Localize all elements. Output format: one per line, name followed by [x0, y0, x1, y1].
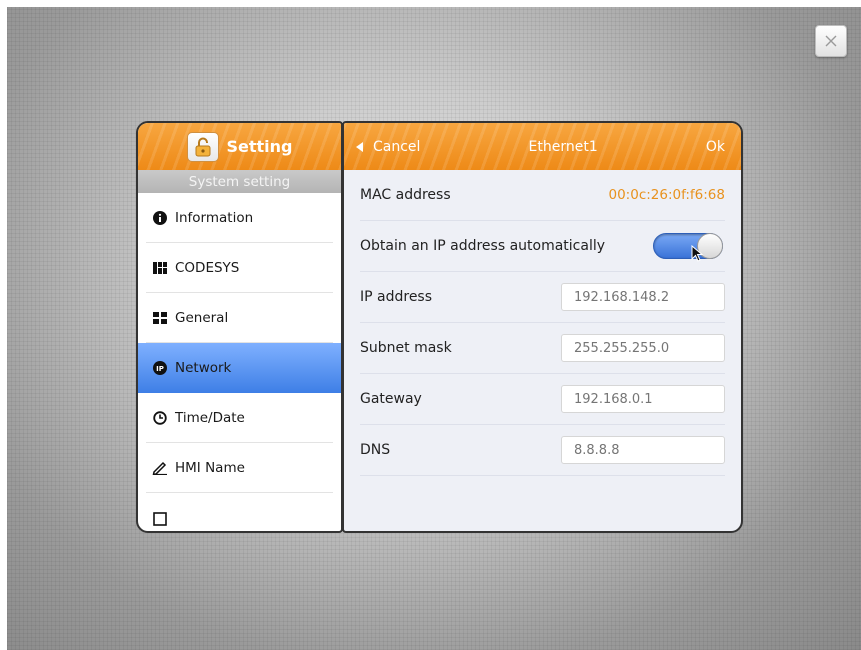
menu-item-time-date[interactable]: Time/Date: [138, 393, 341, 443]
menu-item-information[interactable]: Information: [138, 193, 341, 243]
panel-title: Ethernet1: [528, 138, 598, 155]
clock-icon: [152, 410, 168, 426]
menu-item-label: Network: [175, 360, 232, 376]
dns-label: DNS: [360, 442, 391, 458]
menu-item-hmi-name[interactable]: HMI Name: [138, 443, 341, 493]
settings-menu: Information CODESYS General IP Network T…: [138, 193, 341, 531]
menu-item-label: General: [175, 310, 229, 326]
dns-input[interactable]: [561, 436, 725, 464]
menu-item-general[interactable]: General: [138, 293, 341, 343]
ok-button[interactable]: Ok: [706, 139, 725, 155]
ethernet-form: MAC address 00:0c:26:0f:f6:68 Obtain an …: [344, 170, 741, 476]
close-button[interactable]: [815, 25, 847, 57]
menu-item-label: CODESYS: [175, 260, 240, 276]
menu-item-label: Time/Date: [175, 410, 245, 426]
info-icon: [152, 210, 168, 226]
gateway-row: Gateway: [360, 374, 725, 425]
mouse-pointer-icon: [691, 245, 704, 262]
subnet-mask-label: Subnet mask: [360, 340, 452, 356]
dhcp-toggle[interactable]: [653, 233, 723, 259]
cancel-button[interactable]: Cancel: [356, 139, 420, 155]
unlock-icon[interactable]: [186, 131, 219, 162]
ip-address-row: IP address: [360, 272, 725, 323]
dhcp-label: Obtain an IP address automatically: [360, 238, 606, 254]
pen-icon: [152, 460, 168, 476]
section-subheader: System setting: [138, 170, 341, 193]
menu-item-codesys[interactable]: CODESYS: [138, 243, 341, 293]
ip-address-label: IP address: [360, 289, 433, 305]
menu-item-partially-hidden[interactable]: [138, 493, 341, 531]
ip-icon: IP: [152, 360, 168, 376]
subnet-mask-input[interactable]: [561, 334, 725, 362]
mac-address-value: 00:0c:26:0f:f6:68: [608, 187, 726, 203]
dns-row: DNS: [360, 425, 725, 476]
sidebar-title: Setting: [226, 137, 293, 156]
ip-address-input[interactable]: [561, 283, 725, 311]
cancel-label: Cancel: [373, 138, 421, 155]
menu-item-icon: [152, 511, 168, 527]
close-icon: [825, 35, 837, 47]
subnet-mask-row: Subnet mask: [360, 323, 725, 374]
svg-text:IP: IP: [156, 365, 164, 373]
settings-sidebar: Setting System setting Information CODES…: [136, 121, 343, 533]
mac-address-label: MAC address: [360, 187, 451, 203]
gateway-label: Gateway: [360, 391, 422, 407]
menu-item-label: HMI Name: [175, 460, 245, 476]
codesys-icon: [152, 260, 168, 276]
mac-address-row: MAC address 00:0c:26:0f:f6:68: [360, 170, 725, 221]
ethernet-header: Cancel Ethernet1 Ok: [344, 123, 741, 170]
menu-item-network[interactable]: IP Network: [138, 343, 341, 393]
back-arrow-icon: [356, 141, 363, 152]
sidebar-header: Setting: [138, 123, 341, 170]
gateway-input[interactable]: [561, 385, 725, 413]
dhcp-row: Obtain an IP address automatically: [360, 221, 725, 272]
ethernet-settings-panel: Cancel Ethernet1 Ok MAC address 00:0c:26…: [342, 121, 743, 533]
menu-item-label: Information: [175, 210, 254, 226]
grid-icon: [152, 310, 168, 326]
